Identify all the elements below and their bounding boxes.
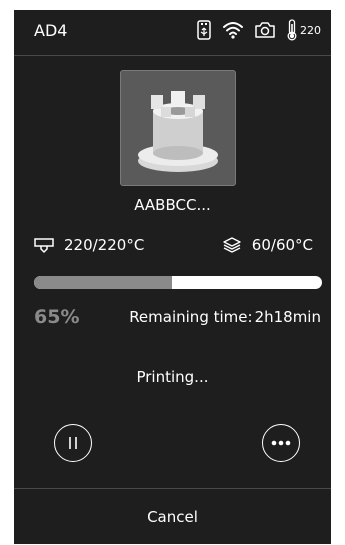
progress-bar bbox=[34, 276, 322, 289]
status-icons: 220 bbox=[196, 19, 321, 41]
remaining-time-label: Remaining time: bbox=[129, 308, 253, 326]
more-options-button[interactable] bbox=[262, 424, 300, 462]
more-icon bbox=[271, 440, 291, 446]
cancel-bar[interactable]: Cancel bbox=[14, 488, 331, 545]
bed-temp-value: 60/60°C bbox=[251, 236, 313, 254]
print-status: Printing... bbox=[136, 368, 209, 386]
cancel-button[interactable]: Cancel bbox=[147, 508, 198, 526]
nozzle-temp: 220/220°C bbox=[34, 236, 144, 254]
wifi-icon bbox=[222, 21, 244, 39]
remaining-time-value: 2h18min bbox=[254, 308, 321, 326]
bed-layers-icon bbox=[223, 237, 241, 253]
nozzle-icon bbox=[34, 238, 54, 253]
pause-button[interactable] bbox=[54, 424, 92, 462]
nozzle-temp-value: 220/220°C bbox=[64, 236, 145, 254]
progress-percent: 65% bbox=[34, 306, 80, 328]
model-thumbnail bbox=[120, 70, 236, 186]
progress-fill bbox=[34, 276, 173, 289]
usb-icon bbox=[196, 20, 212, 40]
pause-icon bbox=[69, 437, 77, 449]
thermometer-icon bbox=[287, 19, 297, 41]
status-bar: AD4 220 bbox=[14, 10, 331, 56]
bed-temp: 60/60°C bbox=[222, 236, 313, 254]
printer-screen: AD4 220 AABBCC... 220/220°C 60/60°C 65% … bbox=[14, 10, 331, 544]
camera-icon bbox=[254, 21, 276, 39]
file-name: AABBCC... bbox=[134, 196, 211, 214]
chamber-temp-value: 220 bbox=[300, 23, 321, 37]
chamber-temp: 220 bbox=[286, 19, 321, 41]
remaining-time: Remaining time: 2h18min bbox=[129, 308, 321, 326]
device-name: AD4 bbox=[34, 21, 68, 40]
